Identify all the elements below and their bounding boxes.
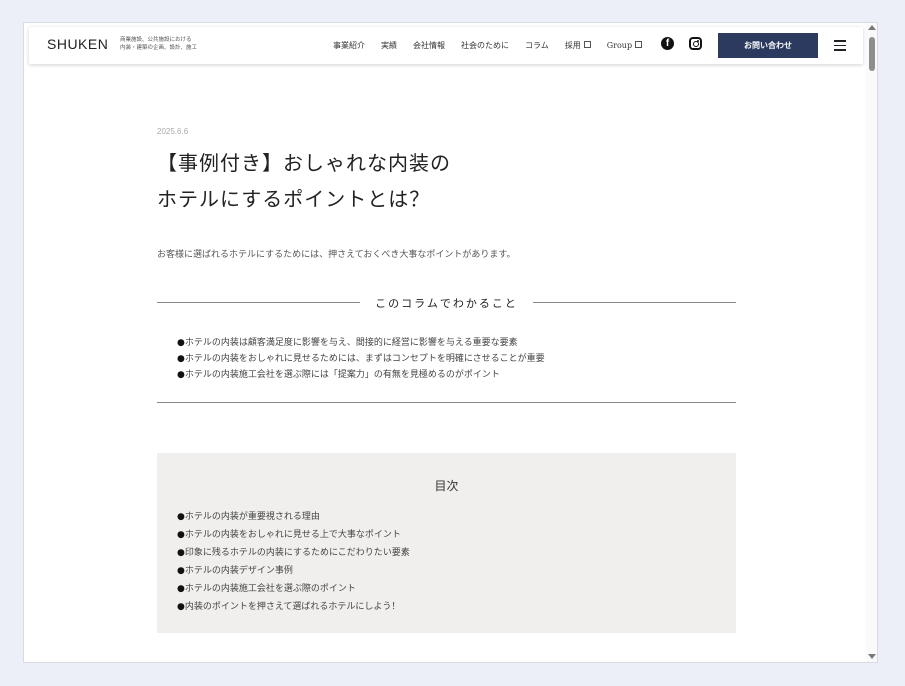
toc-link[interactable]: ●印象に残るホテルの内装にするためにこだわりたい要素 bbox=[177, 544, 410, 562]
learn-summary-box: このコラムでわかること ●ホテルの内装は顧客満足度に影響を与え、間接的に経営に影… bbox=[157, 291, 736, 403]
toc-link[interactable]: ●内装のポイントを押さえて選ばれるホテルにしよう！ bbox=[177, 598, 410, 616]
nav-company[interactable]: 会社情報 bbox=[413, 40, 445, 51]
learn-list: ●ホテルの内装は顧客満足度に影響を与え、間接的に経営に影響を与える重要な要素 ●… bbox=[177, 335, 545, 383]
logo-text: SHUKEN bbox=[47, 36, 109, 52]
bullet-icon: ● bbox=[177, 370, 185, 380]
bullet-icon: ● bbox=[177, 602, 185, 612]
toc-list: ●ホテルの内装が重要視される理由 ●ホテルの内装をおしゃれに見せる上で大事なポイ… bbox=[177, 508, 410, 616]
bullet-icon: ● bbox=[177, 566, 185, 576]
list-item: ●ホテルの内装をおしゃれに見せるためには、まずはコンセプトを明確にさせることが重… bbox=[177, 354, 545, 364]
scrollbar-thumb[interactable] bbox=[869, 37, 875, 71]
bullet-icon: ● bbox=[177, 512, 185, 522]
learn-heading: このコラムでわかること bbox=[157, 295, 736, 311]
contact-button[interactable]: お問い合わせ bbox=[718, 33, 818, 58]
logo-tagline: 商業施設、公共施設における 内装・建築の企画、設計、施工 bbox=[120, 36, 197, 52]
bullet-icon: ● bbox=[177, 530, 185, 540]
tagline-line-2: 内装・建築の企画、設計、施工 bbox=[120, 45, 198, 51]
nav-group-label: Group bbox=[606, 41, 633, 50]
toc-link[interactable]: ●ホテルの内装デザイン事例 bbox=[177, 562, 410, 580]
toc-title: 目次 bbox=[434, 479, 459, 493]
article-date: 2025.6.6 bbox=[157, 127, 189, 136]
toc-link[interactable]: ●ホテルの内装をおしゃれに見せる上で大事なポイント bbox=[177, 526, 410, 544]
hamburger-menu-icon[interactable] bbox=[834, 40, 846, 51]
facebook-icon[interactable]: f bbox=[661, 37, 674, 50]
title-line-1: 【事例付き】おしゃれな内装の bbox=[157, 151, 451, 175]
toc-link[interactable]: ●ホテルの内装が重要視される理由 bbox=[177, 508, 410, 526]
main-nav: 事業紹介 実績 会社情報 社会のために コラム 採用 Group bbox=[333, 40, 658, 51]
toc-link[interactable]: ●ホテルの内装施工会社を選ぶ際のポイント bbox=[177, 580, 410, 598]
nav-column[interactable]: コラム bbox=[525, 40, 549, 51]
instagram-icon[interactable] bbox=[689, 37, 702, 50]
external-link-icon bbox=[635, 41, 643, 48]
nav-business[interactable]: 事業紹介 bbox=[333, 40, 365, 51]
browser-window: SHUKEN 商業施設、公共施設における 内装・建築の企画、設計、施工 事業紹介… bbox=[23, 22, 878, 663]
tagline-line-1: 商業施設、公共施設における bbox=[120, 37, 192, 43]
external-link-icon bbox=[583, 41, 591, 48]
nav-society[interactable]: 社会のために bbox=[461, 40, 509, 51]
bullet-icon: ● bbox=[177, 584, 185, 594]
list-item: ●ホテルの内装施工会社を選ぶ際には「提案力」の有無を見極めるのがポイント bbox=[177, 370, 500, 380]
site-header: SHUKEN 商業施設、公共施設における 内装・建築の企画、設計、施工 事業紹介… bbox=[29, 27, 863, 64]
scrollbar[interactable] bbox=[866, 23, 877, 662]
nav-works[interactable]: 実績 bbox=[381, 40, 397, 51]
title-line-2: ホテルにするポイントとは？ bbox=[157, 187, 431, 211]
nav-recruit-label: 採用 bbox=[564, 41, 581, 50]
bullet-icon: ● bbox=[177, 548, 185, 558]
article-title: 【事例付き】おしゃれな内装の ホテルにするポイントとは？ bbox=[157, 145, 451, 217]
table-of-contents: 目次 ●ホテルの内装が重要視される理由 ●ホテルの内装をおしゃれに見せる上で大事… bbox=[157, 453, 736, 633]
site-logo[interactable]: SHUKEN bbox=[47, 36, 108, 52]
bullet-icon: ● bbox=[177, 354, 185, 364]
nav-group[interactable]: Group bbox=[606, 41, 643, 50]
bullet-icon: ● bbox=[177, 338, 185, 348]
scroll-down-arrow-icon[interactable] bbox=[868, 654, 876, 659]
article-intro: お客様に選ばれるホテルにするためには、押さえておくべき大事なポイントがあります。 bbox=[157, 250, 516, 260]
list-item: ●ホテルの内装は顧客満足度に影響を与え、間接的に経営に影響を与える重要な要素 bbox=[177, 338, 518, 348]
scroll-up-arrow-icon[interactable] bbox=[868, 25, 876, 30]
nav-recruit[interactable]: 採用 bbox=[565, 40, 591, 51]
